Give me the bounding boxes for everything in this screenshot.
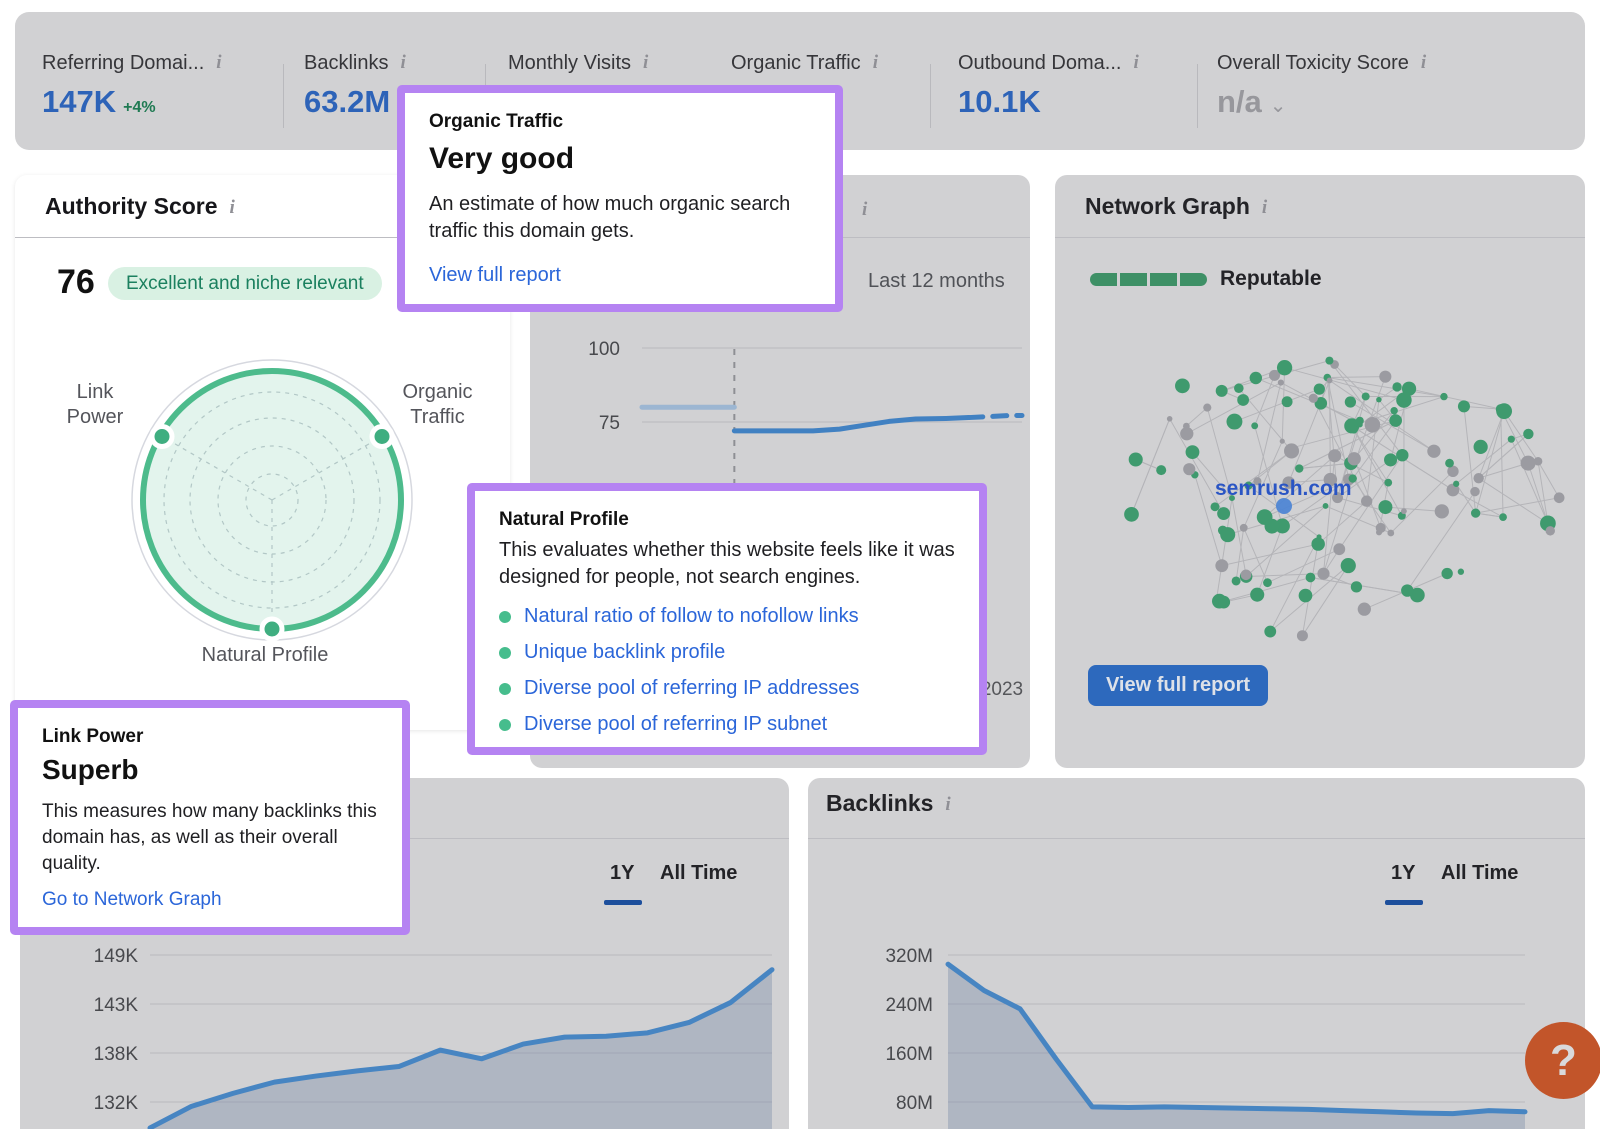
metric-label: Overall Toxicity Score [1217, 52, 1409, 74]
info-icon[interactable]: i [945, 794, 950, 816]
tooltip-title: Organic Traffic [429, 111, 811, 133]
help-button[interactable]: ? [1525, 1022, 1600, 1099]
svg-text:149K: 149K [94, 946, 139, 967]
metric-referring-domains: Referring Domai... i 147K +4% [42, 52, 222, 120]
radar-point-link-power [152, 427, 172, 447]
green-dot-icon [499, 647, 511, 659]
period-label: Last 12 months [868, 270, 1005, 293]
tooltip-body: This measures how many backlinks this do… [42, 799, 378, 876]
metric-value: 147K [42, 84, 116, 119]
metric-outbound-domains: Outbound Doma... i 10.1K [958, 52, 1139, 120]
metric-label: Outbound Doma... [958, 52, 1121, 74]
authority-score-value: 76 [57, 263, 95, 302]
metric-value: 63.2M [304, 84, 390, 119]
bullet-link[interactable]: Diverse pool of referring IP subnet [524, 713, 827, 736]
metric-label: Referring Domai... [42, 52, 204, 74]
radar-label-link-power: Link Power [50, 380, 140, 430]
info-icon[interactable]: i [643, 52, 648, 74]
radar-point-natural-profile [262, 619, 282, 639]
view-full-report-button[interactable]: View full report [1088, 665, 1268, 706]
backlinks-card: Backlinks i 1Y All Time 320M 240M 160M 80M [808, 778, 1585, 1129]
svg-text:320M: 320M [885, 946, 933, 967]
divider [1055, 237, 1585, 238]
green-dot-icon [499, 611, 511, 623]
tab-all-time[interactable]: All Time [1441, 862, 1518, 885]
metric-organic-traffic: Organic Traffic i [731, 52, 878, 75]
card-title: Backlinks [826, 790, 933, 816]
reputation-label: Reputable [1220, 267, 1322, 291]
svg-text:143K: 143K [94, 995, 139, 1016]
info-icon[interactable]: i [1133, 52, 1138, 74]
bullet-link[interactable]: Unique backlink profile [524, 641, 725, 664]
tooltip-organic-traffic: Organic Traffic Very good An estimate of… [397, 85, 843, 312]
tooltip-natural-profile: Natural Profile This evaluates whether t… [467, 483, 987, 755]
backlinks-chart: 320M 240M 160M 80M [808, 930, 1585, 1129]
divider [283, 64, 284, 128]
svg-text:2023: 2023 [981, 679, 1023, 700]
tooltip-title: Natural Profile [499, 509, 955, 531]
divider [930, 64, 931, 128]
referring-domains-chart: 149K 143K 138K 132K [20, 930, 789, 1129]
tab-1y[interactable]: 1Y [610, 862, 634, 885]
tooltip-body: This evaluates whether this website feel… [499, 537, 955, 591]
chevron-down-icon[interactable]: ⌄ [1270, 95, 1287, 117]
radar-label-natural-profile: Natural Profile [180, 643, 350, 668]
view-full-report-link[interactable]: View full report [429, 264, 811, 287]
card-title: Authority Score [45, 193, 218, 219]
info-icon[interactable]: i [1421, 52, 1426, 74]
tab-active-underline [1385, 900, 1423, 905]
metric-delta: +4% [123, 99, 155, 116]
svg-text:160M: 160M [885, 1044, 933, 1065]
info-icon[interactable]: i [862, 199, 867, 221]
tooltip-bullet-list: Natural ratio of follow to nofollow link… [499, 605, 955, 736]
divider [1197, 64, 1198, 128]
divider [808, 838, 1585, 839]
semrush-dashboard: Referring Domai... i 147K +4% Backlinks i 6… [0, 0, 1600, 1129]
svg-text:80M: 80M [896, 1093, 933, 1114]
svg-text:100: 100 [588, 339, 620, 360]
tooltip-title: Link Power [42, 726, 378, 748]
card-title: Network Graph [1085, 193, 1250, 219]
tab-active-underline [604, 900, 642, 905]
bullet-link[interactable]: Diverse pool of referring IP addresses [524, 677, 859, 700]
green-dot-icon [499, 719, 511, 731]
tooltip-link-power: Link Power Superb This measures how many… [10, 700, 410, 935]
tooltip-rating: Very good [429, 142, 811, 176]
network-graph-card: Network Graph i Reputable semrush.com Vie… [1055, 175, 1585, 768]
bullet-link[interactable]: Natural ratio of follow to nofollow link… [524, 605, 859, 628]
metric-label: Backlinks [304, 52, 388, 74]
network-center-domain[interactable]: semrush.com [1215, 477, 1352, 501]
reputation-meter [1090, 273, 1207, 286]
metric-value: n/a [1217, 84, 1262, 119]
tooltip-rating: Superb [42, 754, 378, 786]
info-icon[interactable]: i [400, 52, 405, 74]
bullet-item: Diverse pool of referring IP subnet [499, 713, 955, 736]
metric-value: 10.1K [958, 84, 1041, 119]
info-icon[interactable]: i [873, 52, 878, 74]
svg-text:138K: 138K [94, 1044, 139, 1065]
metric-backlinks: Backlinks i 63.2M [304, 52, 406, 120]
tab-1y[interactable]: 1Y [1391, 862, 1415, 885]
info-icon[interactable]: i [216, 52, 221, 74]
green-dot-icon [499, 683, 511, 695]
bullet-item: Natural ratio of follow to nofollow link… [499, 605, 955, 628]
authority-score-badge: Excellent and niche relevant [108, 267, 382, 300]
network-graph[interactable] [1065, 300, 1575, 705]
info-icon[interactable]: i [1262, 197, 1267, 219]
bullet-item: Diverse pool of referring IP addresses [499, 677, 955, 700]
metric-label: Monthly Visits [508, 52, 631, 74]
metric-monthly-visits: Monthly Visits i [508, 52, 648, 75]
svg-text:240M: 240M [885, 995, 933, 1016]
go-to-network-graph-link[interactable]: Go to Network Graph [42, 889, 378, 911]
tab-all-time[interactable]: All Time [660, 862, 737, 885]
info-icon[interactable]: i [230, 197, 235, 219]
svg-text:132K: 132K [94, 1093, 139, 1114]
metric-label: Organic Traffic [731, 52, 861, 74]
bullet-item: Unique backlink profile [499, 641, 955, 664]
tooltip-body: An estimate of how much organic search t… [429, 191, 811, 245]
metric-toxicity-score: Overall Toxicity Score i n/a ⌄ [1217, 52, 1426, 120]
radar-label-organic-traffic: Organic Traffic [385, 380, 490, 430]
svg-text:75: 75 [599, 413, 620, 434]
